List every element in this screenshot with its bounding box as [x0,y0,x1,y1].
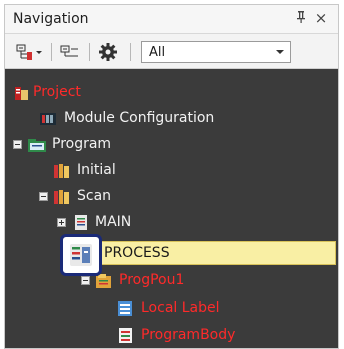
tree-item-label: Project [33,84,81,100]
tree-item-project[interactable]: Project [5,81,338,105]
filter-select-value: All [149,45,166,60]
navigation-tree: Project Module Configuration Program Ini… [5,69,338,348]
collapse-toggle-icon[interactable] [13,140,22,149]
close-icon[interactable]: × [314,10,328,26]
program-folder-icon [27,136,46,154]
program-file-icon [73,214,91,232]
tree-item-label: ProgPou1 [119,272,185,288]
collapse-toggle-icon[interactable] [81,276,90,285]
tree-item-label: Scan [77,188,112,204]
navigation-panel: Navigation × All Project Module Configur… [4,4,339,349]
panel-titlebar: Navigation × [5,5,338,34]
gear-icon[interactable] [96,42,120,62]
tree-item-label: Initial [77,162,116,178]
collapse-toggle-icon[interactable] [39,192,48,201]
project-icon [13,84,31,102]
tree-item-progpou1[interactable]: ProgPou1 [5,269,338,293]
chevron-down-icon[interactable] [270,42,290,62]
tree-item-programbody[interactable]: ProgramBody [5,324,338,348]
tree-item-program[interactable]: Program [5,133,338,157]
local-label-icon [117,300,135,318]
module-configuration-icon [39,110,57,128]
highlighted-program-icon[interactable] [60,234,102,276]
task-icon [53,162,71,180]
tree-item-local-label[interactable]: Local Label [5,297,338,321]
tree-item-label: Module Configuration [64,110,215,126]
tree-item-module-configuration[interactable]: Module Configuration [5,107,338,131]
tree-expand-icon[interactable] [13,42,47,62]
tree-item-label: ProgramBody [141,327,236,343]
navigation-toolbar: All [5,34,338,69]
tree-item-main[interactable]: MAIN [5,211,338,235]
tree-item-label: MAIN [95,214,132,230]
tree-item-label: Program [52,136,112,152]
tree-item-label: Local Label [141,300,220,316]
tree-item-scan[interactable]: Scan [5,185,338,209]
tree-item-label: PROCESS [104,245,170,261]
filter-select[interactable]: All [141,41,291,63]
tree-item-process[interactable]: PROCESS [65,241,336,265]
program-body-icon [117,327,135,345]
expand-toggle-icon[interactable] [57,218,66,227]
tree-collapse-icon[interactable] [57,42,83,62]
tree-item-initial[interactable]: Initial [5,159,338,183]
panel-title: Navigation [13,11,89,27]
pin-icon[interactable] [294,10,308,26]
task-icon [53,188,71,206]
